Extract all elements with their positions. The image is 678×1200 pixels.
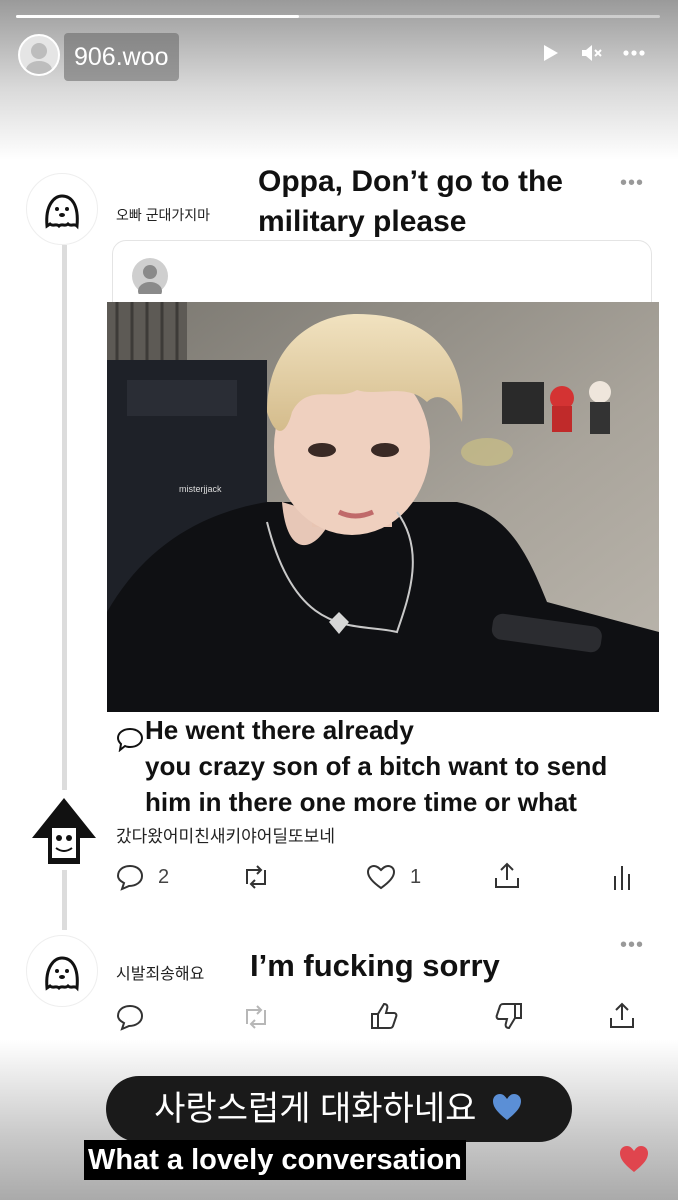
downvote-icon[interactable]: [493, 1000, 525, 1037]
story-progress-fill: [16, 15, 300, 18]
share-icon-2[interactable]: [606, 1000, 638, 1037]
more-icon[interactable]: [619, 38, 649, 68]
comment-count: 2: [158, 866, 170, 888]
quoted-avatar: [132, 258, 168, 300]
upvote-icon[interactable]: [368, 1000, 400, 1037]
story-username[interactable]: 906.woo: [64, 33, 179, 81]
post3-more-icon[interactable]: •••: [620, 934, 644, 957]
like-count: 1: [410, 866, 422, 888]
stats-icon[interactable]: [610, 862, 634, 897]
post1-korean: 오빠 군대가지마: [116, 207, 211, 223]
play-icon[interactable]: [535, 38, 565, 68]
post1-caption-line1: Oppa, Don’t go to the: [258, 165, 563, 198]
retweet-icon-2[interactable]: [240, 1002, 272, 1037]
comment-icon[interactable]: [115, 862, 145, 897]
story-heart-icon[interactable]: [618, 1144, 650, 1179]
story-korean-text: 사랑스럽게 대화하네요: [106, 1076, 572, 1142]
photo-watermark: misterjjack: [179, 484, 222, 494]
share-icon[interactable]: [491, 860, 523, 897]
reply-caption-line1: He went there already: [145, 715, 414, 745]
post1-caption-line2: military please: [258, 205, 467, 238]
blue-heart-emoji: [490, 1078, 524, 1144]
hat-avatar[interactable]: [26, 794, 102, 870]
comment-icon-2[interactable]: [115, 1002, 145, 1037]
thread-line-lower: [62, 870, 67, 930]
story-korean-text-label: 사랑스럽게 대화하네요: [154, 1090, 477, 1128]
reply-korean: 갔다왔어미친새키야어딜또보네: [116, 827, 335, 846]
post1-more-icon[interactable]: •••: [620, 172, 644, 195]
reply-caption-line3: him in there one more time or what: [145, 787, 577, 817]
story-english-caption: What a lovely conversation: [84, 1140, 466, 1180]
like-icon[interactable]: [365, 862, 397, 897]
meme-photo: misterjjack: [107, 302, 659, 712]
ghost-avatar[interactable]: [26, 173, 98, 245]
mute-icon[interactable]: [576, 38, 606, 68]
speech-bubble-icon: [116, 726, 144, 757]
story-progress-bar: [16, 15, 660, 18]
reply-caption-line2: you crazy son of a bitch want to send: [145, 751, 608, 781]
ghost-avatar-2[interactable]: [26, 935, 98, 1007]
retweet-icon[interactable]: [240, 862, 272, 897]
story-avatar[interactable]: [18, 34, 60, 76]
post3-korean: 시발죄송해요: [116, 966, 205, 983]
thread-line: [62, 245, 67, 790]
post3-caption: I’m fucking sorry: [250, 948, 500, 983]
